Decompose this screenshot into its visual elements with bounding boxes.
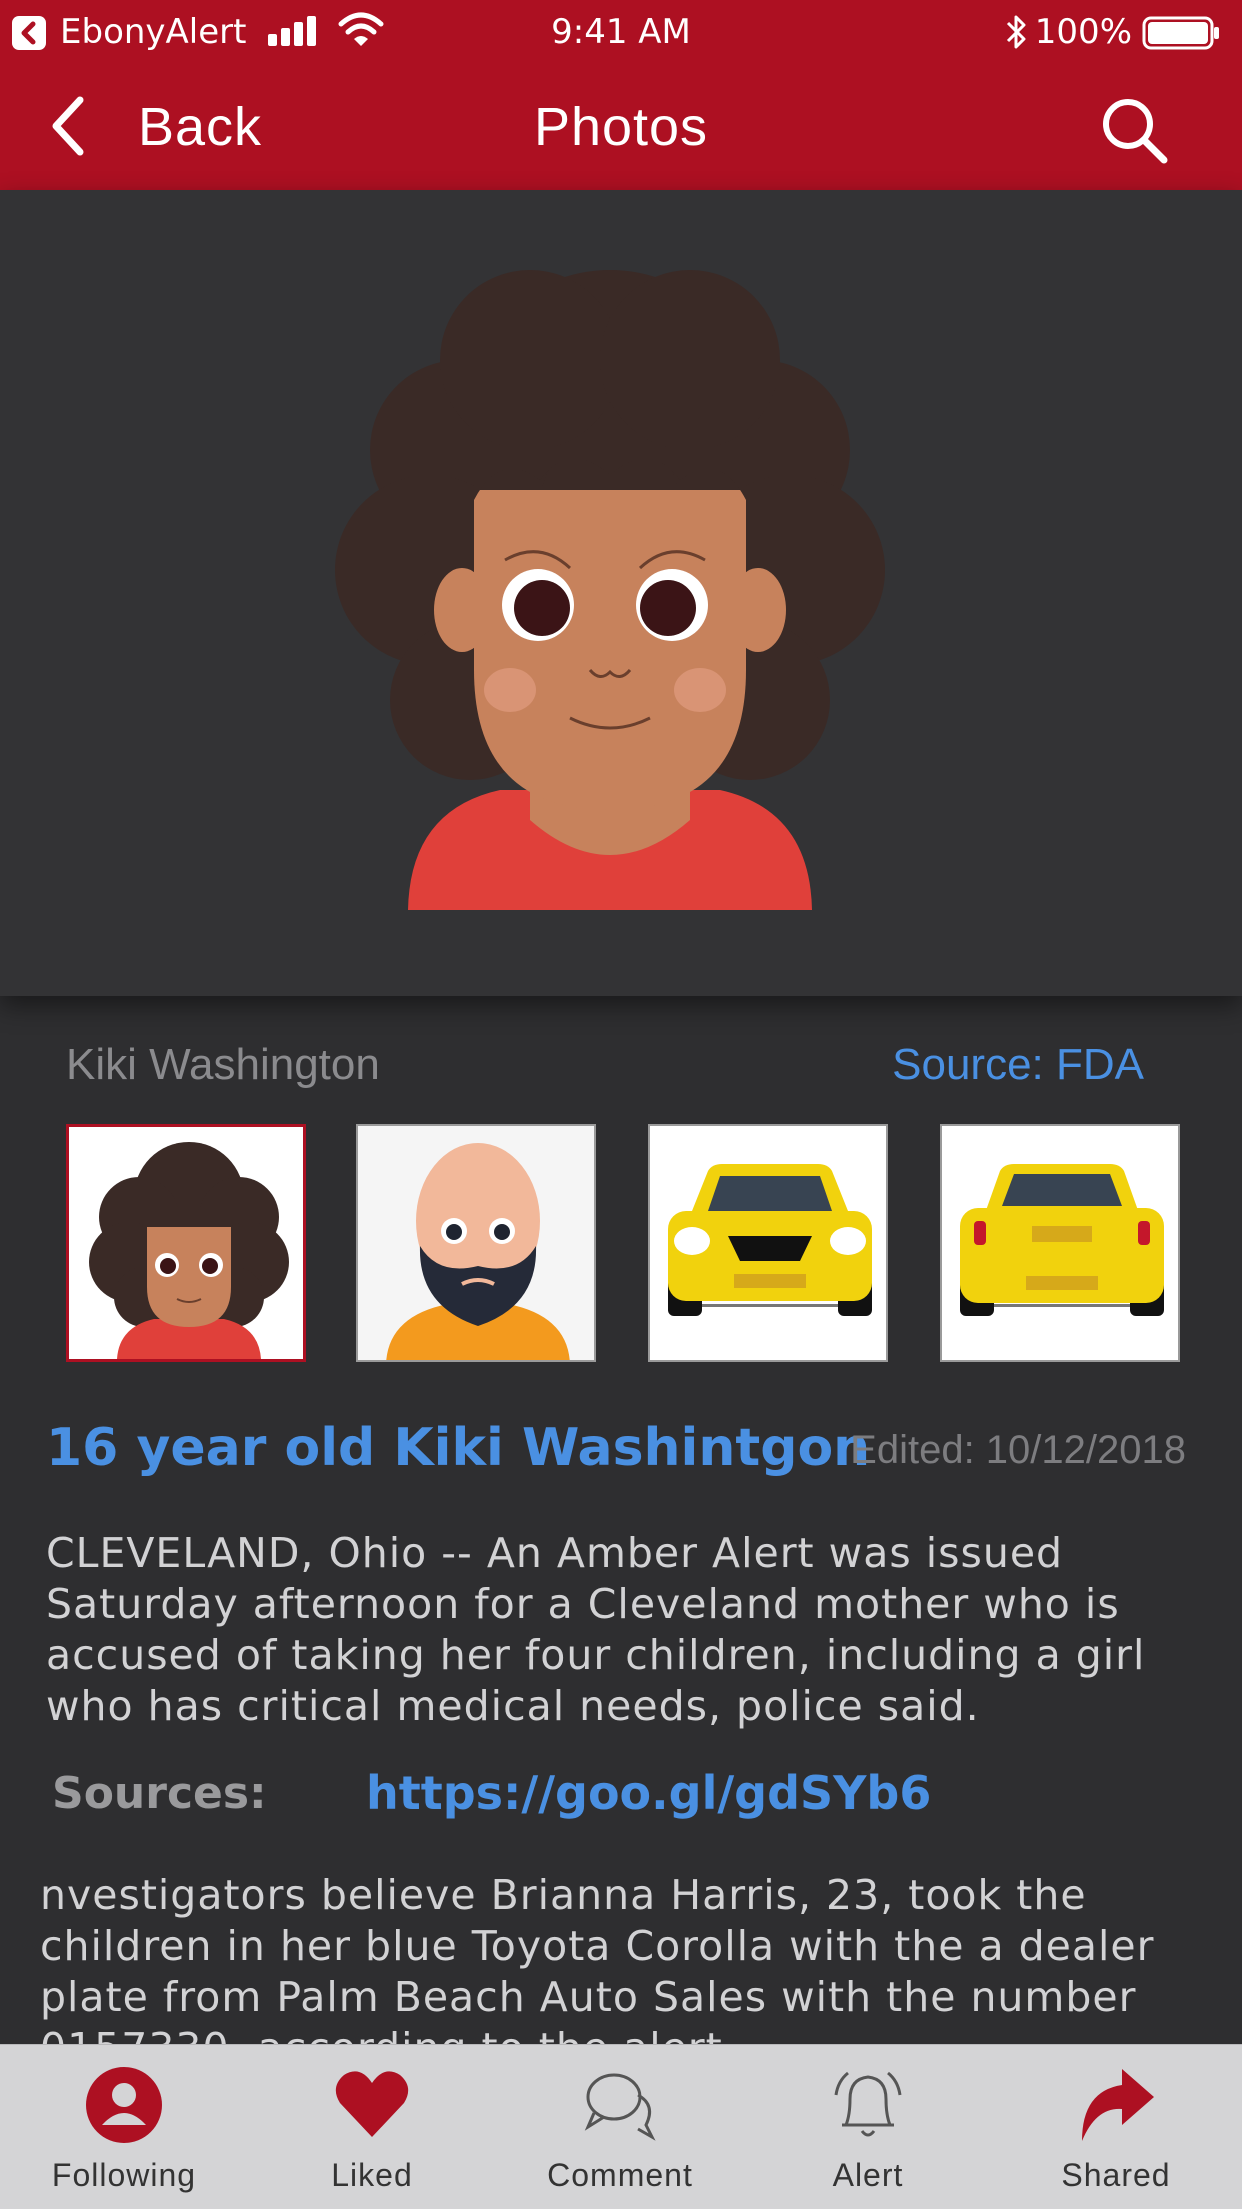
tab-alert[interactable]: Alert [744,2045,992,2209]
photo-subject-name: Kiki Washington [66,1040,380,1089]
main-photo[interactable] [0,190,1242,996]
thumbnail-car-rear[interactable] [940,1124,1180,1362]
tab-label: Following [51,2157,197,2193]
tab-liked[interactable]: Liked [248,2045,496,2209]
edited-date: Edited: 10/12/2018 [850,1428,1186,1472]
photo-source-link[interactable]: Source: FDA [892,1040,1144,1090]
tab-following[interactable]: Following [0,2045,248,2209]
sources-link[interactable]: https://goo.gl/gdSYb6 [366,1766,931,1820]
article-body: CLEVELAND, Ohio -- An Amber Alert was is… [46,1529,1146,1730]
bell-icon [834,2071,902,2137]
comment-icon [584,2073,656,2141]
bluetooth-icon [1005,12,1029,56]
thumbnail-car-front[interactable] [648,1124,888,1362]
battery-percent: 100% [1034,12,1132,52]
tab-shared[interactable]: Shared [992,2045,1240,2209]
share-icon [1082,2069,1154,2141]
heart-icon [335,2071,409,2137]
thumbnail-bearded-man[interactable] [356,1124,596,1362]
tab-label: Comment [547,2157,693,2193]
tab-comment[interactable]: Comment [496,2045,744,2209]
sources-label: Sources: [52,1768,267,1819]
article-headline: 16 year old Kiki Washintgon [46,1418,871,1478]
girl-avatar-large [335,270,885,910]
page-title: Photos [533,97,709,157]
battery-icon [1142,16,1222,54]
thumbnail-girl[interactable] [66,1124,306,1362]
navigation-bar: Back Photos [0,66,1242,190]
top-bar: EbonyAlert 9:41 AM 100% Back Photos [0,0,1242,190]
thumbnail-strip [0,1124,1242,1364]
person-icon [86,2067,162,2143]
article-body-continued: nvestigators believe Brianna Harris, 23,… [40,1871,1155,2045]
tab-label: Shared [1061,2157,1171,2193]
status-bar: EbonyAlert 9:41 AM 100% [0,0,1242,66]
tab-label: Alert [832,2157,904,2193]
tab-label: Liked [331,2157,413,2193]
search-icon[interactable] [1098,94,1170,170]
tab-bar: Following Liked Comment Alert Shared [0,2044,1242,2209]
